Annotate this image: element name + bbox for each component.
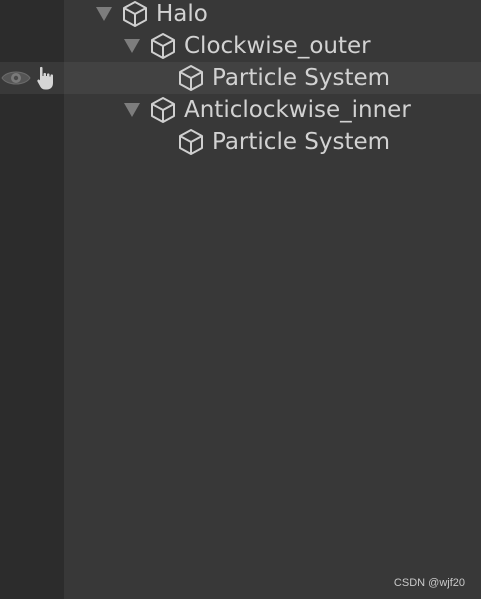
gameobject-cube-icon	[123, 1, 147, 27]
hierarchy-item-label: Particle System	[212, 65, 391, 91]
hierarchy-row-particle-system-outer[interactable]: Particle System	[0, 62, 481, 94]
gameobject-cube-icon	[179, 129, 203, 155]
hierarchy-row-particle-system-inner[interactable]: Particle System	[0, 126, 481, 158]
expand-arrow-icon[interactable]	[124, 39, 140, 53]
hierarchy-row-anticlockwise-inner[interactable]: Anticlockwise_inner	[0, 94, 481, 126]
visibility-eye-icon[interactable]	[1, 68, 31, 88]
hierarchy-item-label: Clockwise_outer	[184, 33, 371, 59]
gameobject-cube-icon	[151, 97, 175, 123]
expand-arrow-icon[interactable]	[96, 7, 112, 21]
hierarchy-row-clockwise-outer[interactable]: Clockwise_outer	[0, 30, 481, 62]
pickable-hand-icon[interactable]	[36, 65, 62, 91]
watermark: CSDN @wjf20	[393, 577, 465, 589]
hierarchy-item-label: Anticlockwise_inner	[184, 97, 411, 123]
gameobject-cube-icon	[179, 65, 203, 91]
hierarchy-row-halo[interactable]: Halo	[0, 0, 481, 30]
hierarchy-item-label: Particle System	[212, 129, 391, 155]
expand-arrow-icon[interactable]	[124, 103, 140, 117]
hierarchy-panel: Halo Clockwise_outer Particle System Ant…	[0, 0, 481, 599]
hierarchy-item-label: Halo	[156, 1, 208, 27]
gameobject-cube-icon	[151, 33, 175, 59]
